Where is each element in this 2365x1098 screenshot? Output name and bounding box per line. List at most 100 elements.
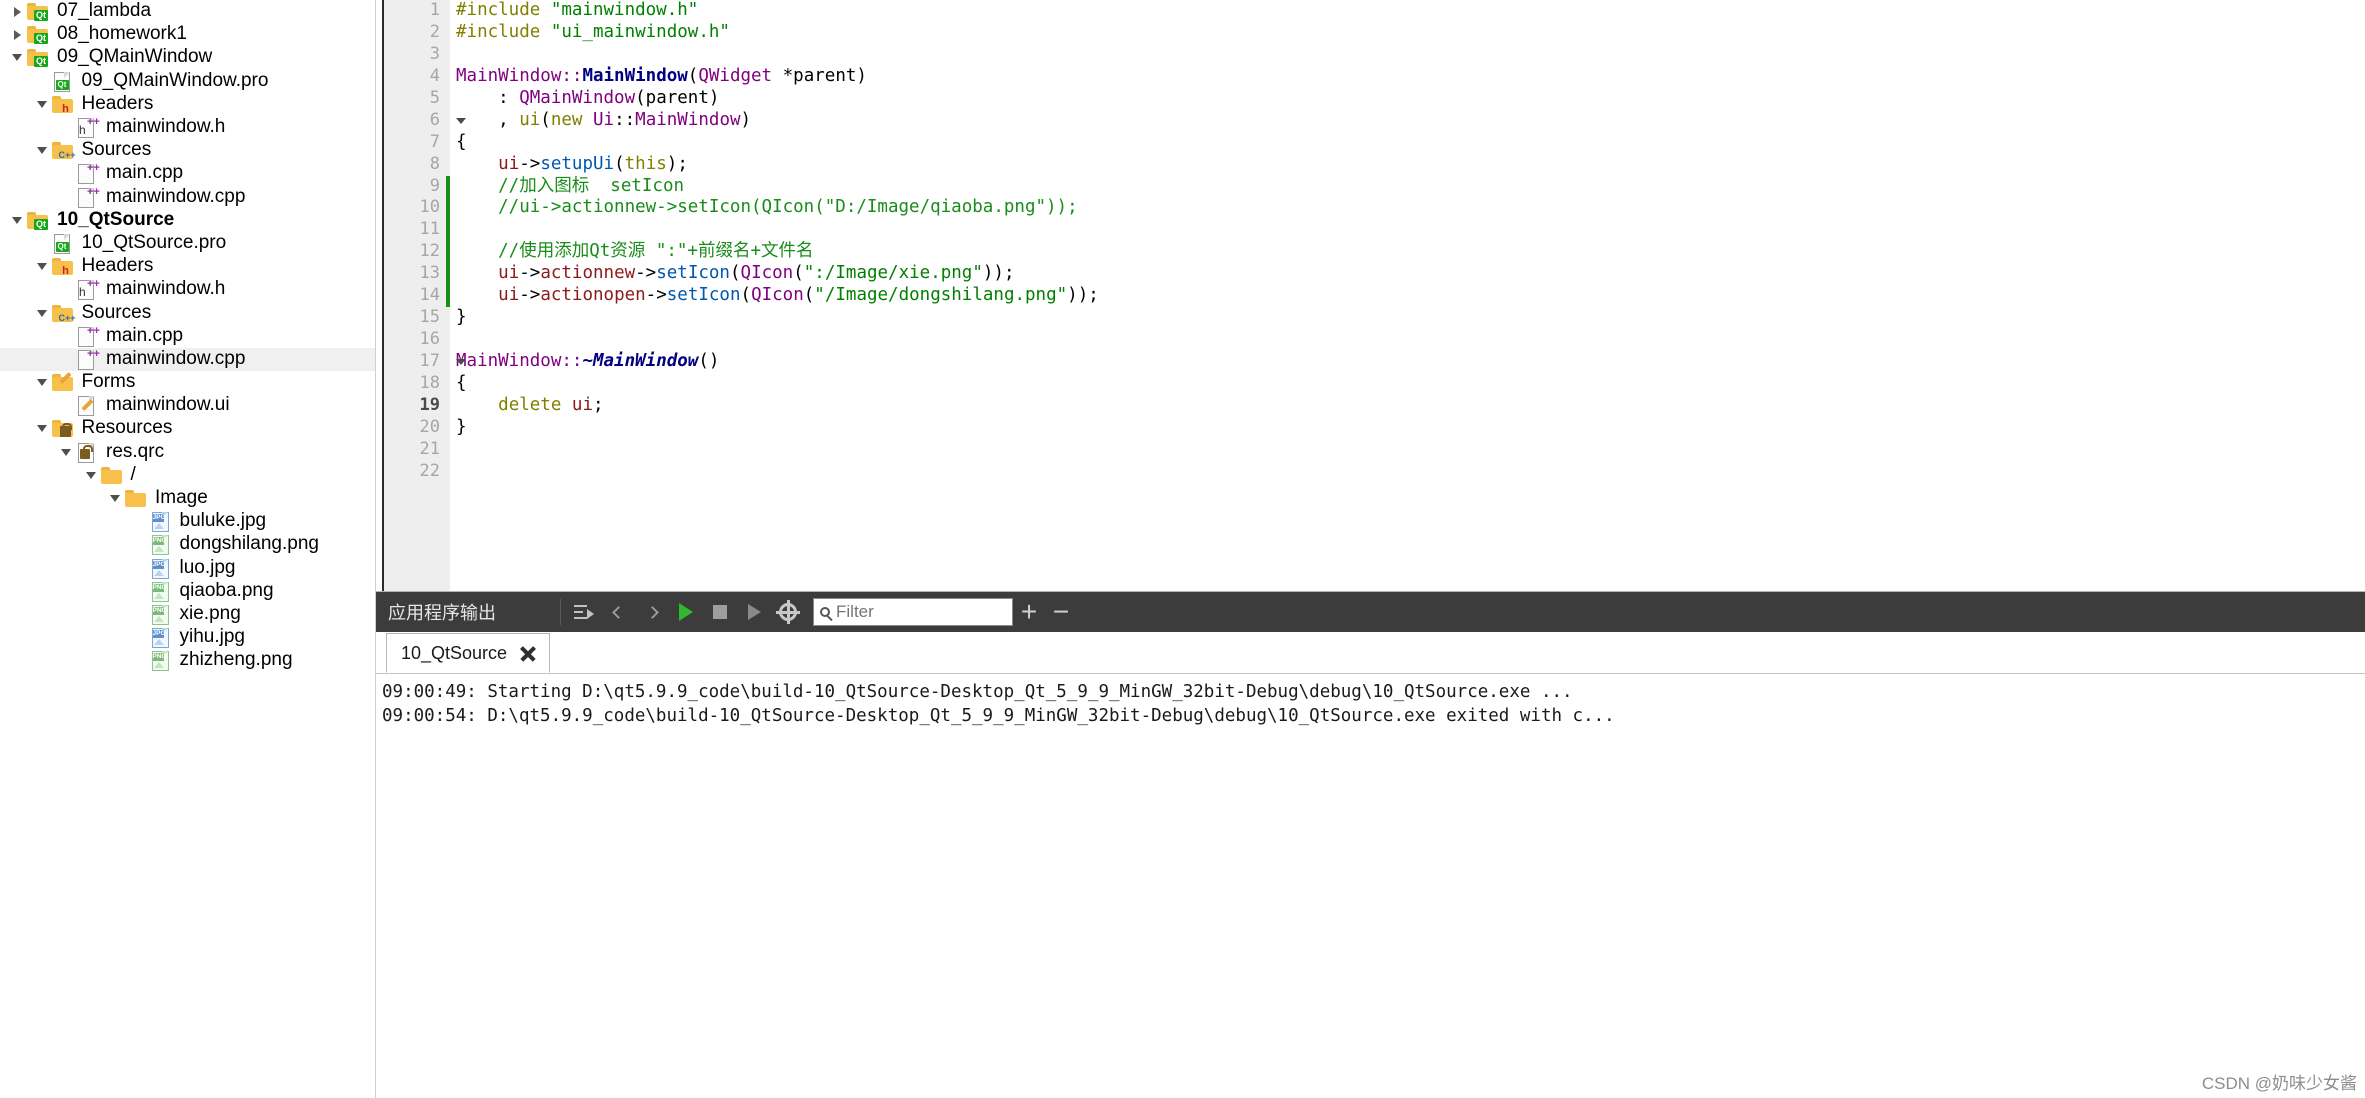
toolbar-divider (560, 599, 561, 625)
tree-item-[interactable]: / (0, 464, 375, 487)
line-number-gutter[interactable]: 1 2 3 4 5 6 7 8 9 10 11 12 13 14 15 16 17 18 19 20 21 22 (382, 0, 466, 591)
gear-icon[interactable] (771, 595, 805, 629)
expander-placeholder (57, 186, 75, 209)
chevron-right-icon[interactable] (635, 595, 669, 629)
doc-cpp-icon: ++ (75, 163, 100, 185)
line-number: 7 (429, 131, 440, 152)
chevron-down-icon[interactable] (33, 417, 51, 440)
chevron-down-icon[interactable] (33, 93, 51, 116)
zoom-in-button[interactable]: + (1013, 598, 1045, 626)
chevron-left-icon[interactable] (601, 595, 635, 629)
line-number: 16 (419, 329, 440, 350)
chevron-down-icon[interactable] (57, 441, 75, 464)
tree-item-label: Sources (81, 301, 152, 323)
chevron-down-icon[interactable] (33, 371, 51, 394)
tree-item-buluke-jpg[interactable]: JPG buluke.jpg (0, 510, 375, 533)
tree-item-zhizheng-png[interactable]: PNG zhizheng.png (0, 649, 375, 672)
line-number: 13 (419, 263, 440, 284)
line-number: 18 (419, 372, 440, 393)
chevron-right-icon[interactable] (8, 23, 26, 46)
tree-item-sources[interactable]: C++ Sources (0, 301, 375, 324)
tree-item-label: Forms (81, 371, 136, 393)
expander-placeholder (131, 649, 149, 672)
expander-placeholder (57, 278, 75, 301)
tree-item-luo-jpg[interactable]: JPG luo.jpg (0, 557, 375, 580)
watermark: CSDN @奶味少女酱 (2201, 1074, 2357, 1093)
chevron-down-icon[interactable] (82, 464, 100, 487)
output-title: 应用程序输出 (388, 603, 496, 623)
chevron-down-icon[interactable] (8, 46, 26, 69)
play-icon[interactable] (669, 595, 703, 629)
fold-toggle-icon[interactable] (456, 117, 466, 124)
line-number: 4 (429, 65, 440, 86)
filter-input[interactable] (836, 602, 1006, 622)
tree-item-label: 07_lambda (57, 0, 152, 22)
tree-item-08-homework1[interactable]: Qt 08_homework1 (0, 23, 375, 46)
tree-item-image[interactable]: Image (0, 487, 375, 510)
img-jpg-icon: JPG (149, 627, 174, 649)
tree-item-sources[interactable]: C++ Sources (0, 139, 375, 162)
folder-qt-icon: Qt (26, 47, 51, 68)
debug-run-icon[interactable] (737, 595, 771, 629)
tree-item-mainwindow-ui[interactable]: mainwindow.ui (0, 394, 375, 417)
tree-item-headers[interactable]: h Headers (0, 93, 375, 116)
stop-icon[interactable] (703, 595, 737, 629)
doc-h-icon: h ++ (78, 278, 100, 301)
tree-item-qiaoba-png[interactable]: PNG qiaoba.png (0, 580, 375, 603)
filter-box[interactable] (813, 598, 1013, 626)
code-line: MainWindow::MainWindow(QWidget *parent) (456, 65, 867, 86)
line-number: 12 (419, 241, 440, 262)
code-line: delete ui; (498, 394, 604, 415)
tree-item-yihu-jpg[interactable]: JPG yihu.jpg (0, 626, 375, 649)
output-console[interactable]: 09:00:49: Starting D:\qt5.9.9_code\build… (376, 674, 2365, 1098)
export-icon[interactable] (567, 595, 601, 629)
close-icon[interactable] (519, 645, 535, 661)
chevron-down-icon[interactable] (33, 139, 51, 162)
chevron-down-icon[interactable] (106, 487, 124, 510)
tree-item-forms[interactable]: Forms (0, 371, 375, 394)
tree-item-07-lambda[interactable]: Qt 07_lambda (0, 0, 375, 23)
output-tab-bar[interactable]: 10_QtSource (376, 632, 2365, 674)
img-jpg-icon: JPG (149, 511, 174, 533)
expander-placeholder (57, 116, 75, 139)
tree-item-label: Headers (81, 92, 154, 114)
code-line: //加入图标 setIcon (456, 175, 685, 196)
output-tab-label: 10_QtSource (401, 642, 508, 663)
tree-item-mainwindow-cpp[interactable]: ++ mainwindow.cpp (0, 347, 375, 371)
tree-item-resources[interactable]: Resources (0, 417, 375, 440)
tree-item-09-qmainwindow-pro[interactable]: Qt 09_QMainWindow.pro (0, 70, 375, 93)
tree-item-10-qtsource-pro[interactable]: Qt 10_QtSource.pro (0, 232, 375, 255)
tree-item-10-qtsource[interactable]: Qt 10_QtSource (0, 209, 375, 232)
tree-item-xie-png[interactable]: PNG xie.png (0, 603, 375, 626)
tree-item-mainwindow-h[interactable]: h ++ mainwindow.h (0, 278, 375, 301)
chevron-down-icon[interactable] (33, 255, 51, 278)
line-number: 9 (429, 175, 440, 196)
output-tab[interactable]: 10_QtSource (386, 633, 551, 673)
tree-item-main-cpp[interactable]: ++ main.cpp (0, 325, 375, 348)
tree-item-mainwindow-h[interactable]: h ++ mainwindow.h (0, 116, 375, 139)
code-line: ui->setupUi(this); (498, 153, 688, 174)
fold-toggle-icon[interactable] (456, 359, 466, 365)
project-tree-panel[interactable]: Qt 07_lambda Qt 08_homework1 Qt 09_QMainWindo… (0, 0, 376, 1098)
tree-item-dongshilang-png[interactable]: PNG dongshilang.png (0, 533, 375, 556)
zoom-out-button[interactable]: − (1045, 598, 1077, 626)
tree-item-headers[interactable]: h Headers (0, 255, 375, 278)
chevron-down-icon[interactable] (33, 302, 51, 325)
line-number: 1 (429, 0, 440, 20)
editor-and-output: 1 2 3 4 5 6 7 8 9 10 11 12 13 14 15 16 17 18 19 20 21 22 #inc… (376, 0, 2365, 1098)
code-line: ui->actionopen->setIcon(QIcon("/Image/do… (498, 285, 1099, 306)
doc-form-icon (75, 395, 100, 417)
code-line: : QMainWindow(parent) (456, 87, 720, 108)
chevron-right-icon[interactable] (8, 0, 26, 23)
doc-cpp-icon: ++ (75, 186, 100, 208)
tree-item-09-qmainwindow[interactable]: Qt 09_QMainWindow (0, 46, 375, 69)
tree-item-res-qrc[interactable]: res.qrc (0, 441, 375, 464)
chevron-down-icon[interactable] (8, 209, 26, 232)
tree-item-mainwindow-cpp[interactable]: ++ mainwindow.cpp (0, 186, 375, 209)
img-jpg-icon: JPG (149, 558, 174, 579)
code-editor-pane[interactable]: 1 2 3 4 5 6 7 8 9 10 11 12 13 14 15 16 17 18 19 20 21 22 #inc… (376, 0, 2365, 591)
tree-item-main-cpp[interactable]: ++ main.cpp (0, 162, 375, 185)
code-text-area[interactable]: #include "mainwindow.h" #include "ui_main… (450, 0, 2365, 591)
